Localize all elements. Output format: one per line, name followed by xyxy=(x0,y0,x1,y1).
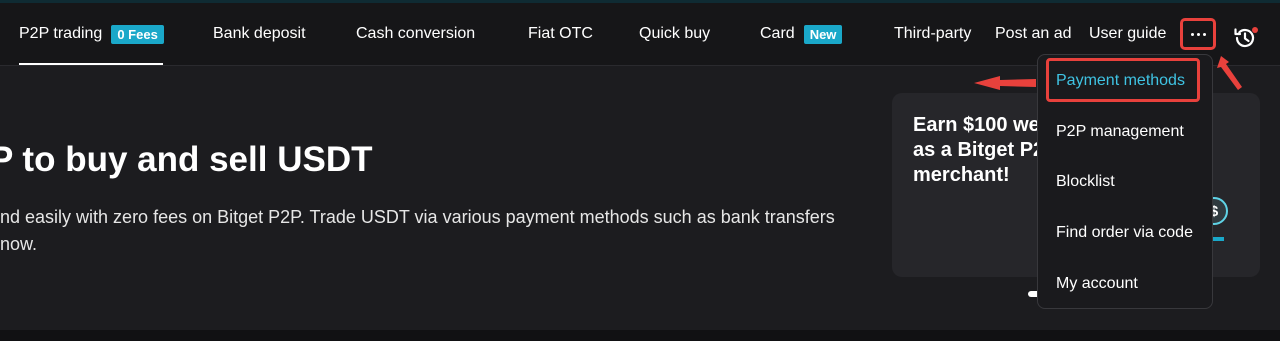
nav-item-label: User guide xyxy=(1089,25,1167,42)
nav-item-cash-conversion[interactable]: Cash conversion xyxy=(356,3,475,65)
highlight-box xyxy=(1046,58,1200,102)
nav-item-label: Post an ad xyxy=(995,25,1072,42)
nav-item-p2p-trading[interactable]: P2P trading 0 Fees xyxy=(19,3,164,65)
notification-dot xyxy=(1252,27,1258,33)
menu-item-find-order-via-code[interactable]: Find order via code xyxy=(1056,224,1193,242)
nav-item-label: Quick buy xyxy=(639,25,711,42)
nav-item-fiat-otc[interactable]: Fiat OTC xyxy=(528,3,593,65)
hero-description-line: nd easily with zero fees on Bitget P2P. … xyxy=(0,207,835,227)
nav-item-label: Fiat OTC xyxy=(528,25,593,42)
nav-item-label: P2P trading xyxy=(19,25,103,42)
nav-item-label: Bank deposit xyxy=(213,25,306,42)
menu-item-my-account[interactable]: My account xyxy=(1056,275,1138,293)
menu-item-blocklist[interactable]: Blocklist xyxy=(1056,173,1115,191)
nav-item-third-party[interactable]: Third-party xyxy=(894,3,971,65)
zero-fees-badge: 0 Fees xyxy=(111,24,164,44)
hero-description-line: now. xyxy=(0,234,38,254)
active-tab-underline xyxy=(19,63,163,65)
arrow-to-payment-methods-icon xyxy=(974,76,1036,90)
nav-item-quick-buy[interactable]: Quick buy xyxy=(639,3,710,65)
more-dot-icon xyxy=(1190,32,1194,36)
hero-description: nd easily with zero fees on Bitget P2P. … xyxy=(0,204,880,258)
menu-item-p2p-management[interactable]: P2P management xyxy=(1056,123,1184,141)
promo-decoration xyxy=(1212,237,1224,241)
nav-item-card[interactable]: Card New xyxy=(760,3,843,65)
nav-item-label: Cash conversion xyxy=(356,25,476,42)
more-menu-button[interactable] xyxy=(1180,18,1216,50)
nav-item-label: Card xyxy=(760,25,795,42)
more-dot-icon xyxy=(1196,32,1200,36)
more-dot-icon xyxy=(1202,32,1206,36)
section-divider xyxy=(0,330,1280,341)
nav-item-bank-deposit[interactable]: Bank deposit xyxy=(213,3,306,65)
hero-title: P to buy and sell USDT xyxy=(0,140,373,179)
nav-item-label: Third-party xyxy=(894,25,972,42)
new-badge: New xyxy=(803,24,843,44)
